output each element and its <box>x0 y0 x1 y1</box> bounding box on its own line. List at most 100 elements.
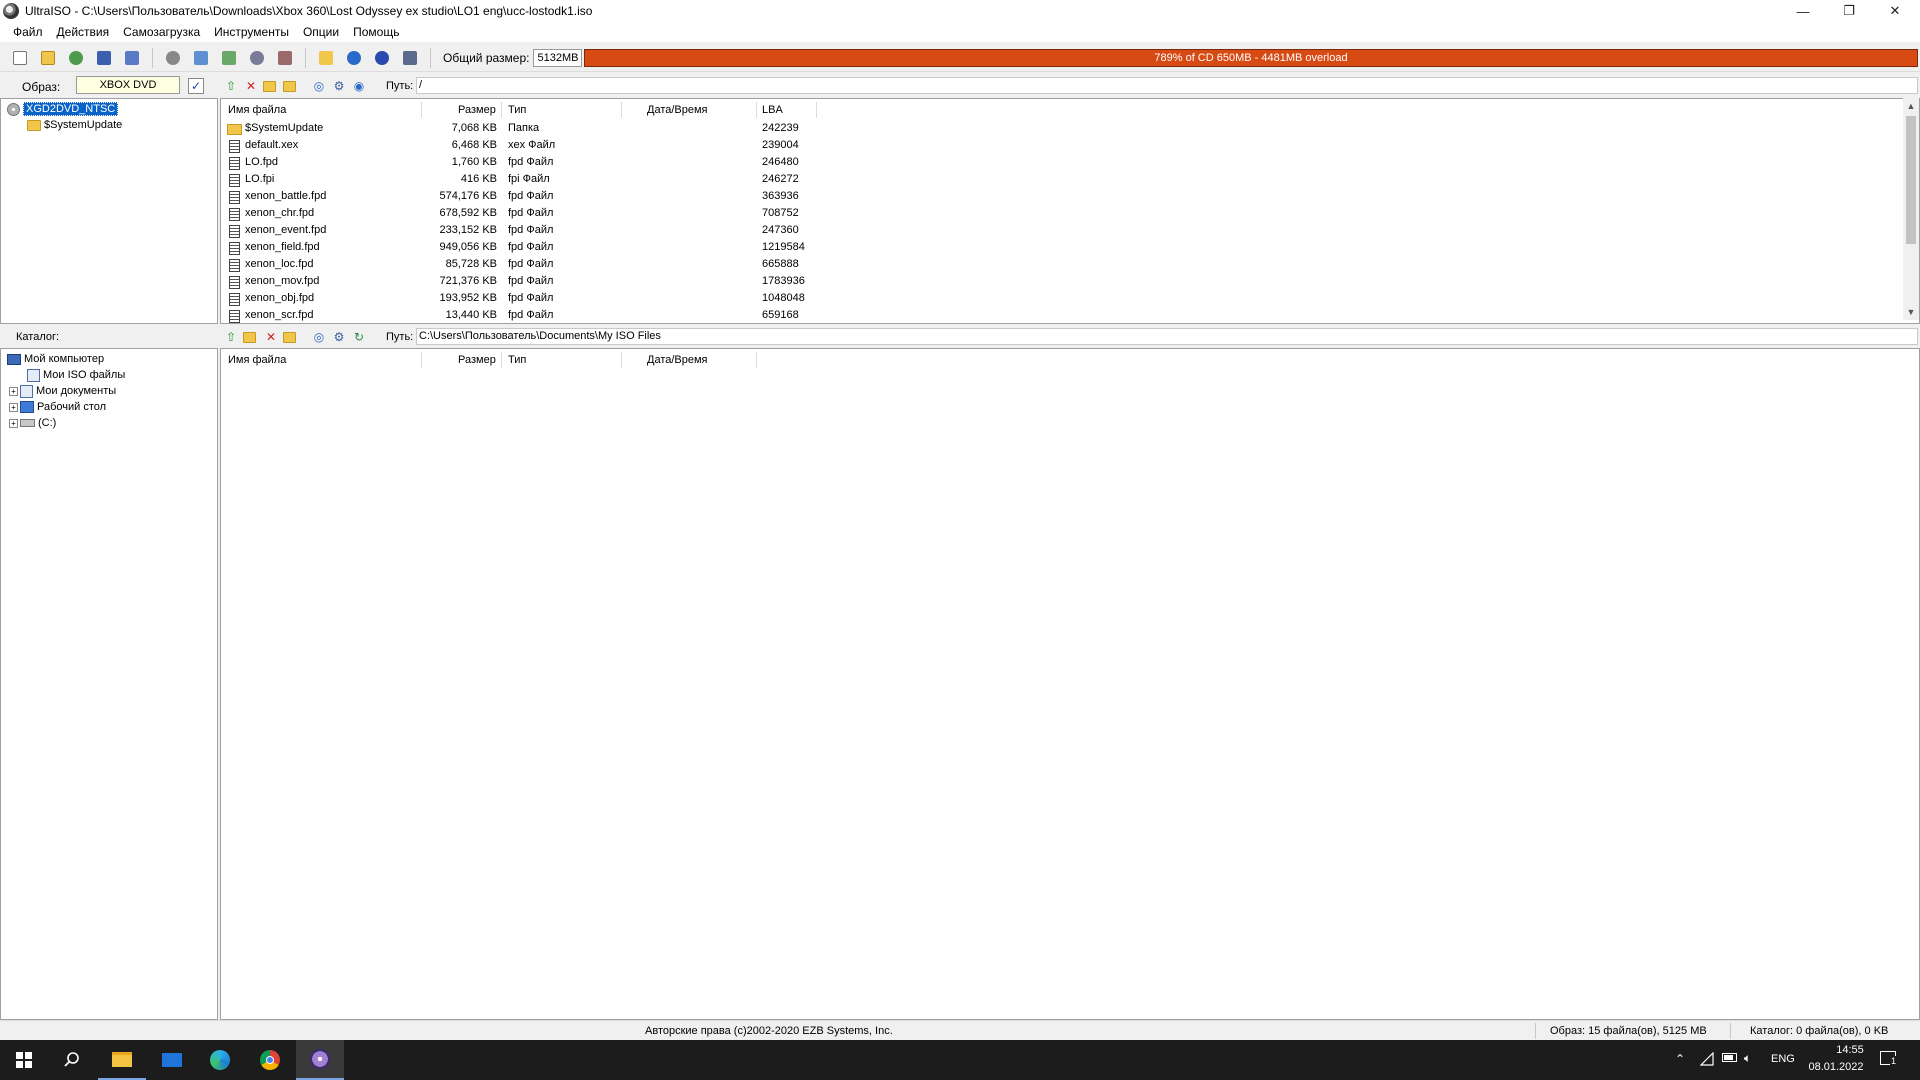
close-button[interactable]: ✕ <box>1872 0 1918 22</box>
table-row[interactable]: xenon_battle.fpd 574,176 KB fpd Файл 363936 <box>221 189 1919 206</box>
save-as-icon[interactable] <box>121 47 143 69</box>
language-indicator[interactable]: ENG <box>1771 1053 1795 1065</box>
menu-help[interactable]: Помощь <box>346 25 406 39</box>
network-icon[interactable] <box>1699 1051 1714 1069</box>
battery-icon[interactable] <box>1722 1053 1737 1062</box>
scroll-thumb[interactable] <box>1906 116 1916 244</box>
iso-path-field[interactable]: / <box>416 77 1918 94</box>
column-divider[interactable] <box>816 102 817 118</box>
search-button[interactable] <box>48 1040 96 1080</box>
table-row[interactable]: xenon_loc.fpd 85,728 KB fpd Файл 665888 <box>221 257 1919 274</box>
column-header-size[interactable]: Размер <box>458 349 496 371</box>
tree-node-my-computer[interactable]: Мой компьютер <box>7 351 104 367</box>
rename-folder-icon[interactable] <box>283 329 299 345</box>
iso-list-scrollbar[interactable]: ▲ ▼ <box>1903 98 1919 320</box>
show-hidden-icons-chevron-icon[interactable]: ⌃ <box>1675 1052 1685 1066</box>
minimize-button[interactable]: — <box>1780 0 1826 22</box>
rename-folder-icon[interactable] <box>283 78 299 94</box>
refresh-icon[interactable]: ◎ <box>311 78 327 94</box>
menu-tools[interactable]: Инструменты <box>207 25 296 39</box>
column-divider[interactable] <box>756 102 757 118</box>
open-icon[interactable] <box>37 47 59 69</box>
new-folder-icon[interactable] <box>263 78 279 94</box>
table-row[interactable]: default.xex 6,468 KB xex Файл 239004 <box>221 138 1919 155</box>
notifications-icon[interactable]: 1 <box>1880 1051 1898 1066</box>
exit-icon[interactable] <box>399 47 421 69</box>
up-folder-icon[interactable]: ⇧ <box>223 78 239 94</box>
column-divider[interactable] <box>421 352 422 368</box>
tree-node-my-iso-files[interactable]: Мои ISO файлы <box>27 367 125 383</box>
settings-gear-icon[interactable]: ⚙ <box>331 329 347 345</box>
save-icon[interactable] <box>93 47 115 69</box>
extract-icon[interactable] <box>315 47 337 69</box>
column-divider[interactable] <box>501 352 502 368</box>
column-header-lba[interactable]: LBA <box>762 99 783 121</box>
convert-icon[interactable] <box>218 47 240 69</box>
tree-node-drive-c[interactable]: + (C:) <box>9 415 56 431</box>
refresh-icon[interactable]: ◎ <box>311 329 327 345</box>
delete-icon[interactable]: ✕ <box>263 329 279 345</box>
mount-icon[interactable] <box>246 47 268 69</box>
column-divider[interactable] <box>421 102 422 118</box>
table-row[interactable]: xenon_mov.fpd 721,376 KB fpd Файл 1783936 <box>221 274 1919 291</box>
column-header-name[interactable]: Имя файла <box>228 349 286 371</box>
settings-gear-icon[interactable]: ⚙ <box>331 78 347 94</box>
check-icon[interactable]: ✓ <box>188 78 204 94</box>
reload-icon[interactable]: ↻ <box>351 329 367 345</box>
iso-tree-item[interactable]: $SystemUpdate <box>27 117 122 133</box>
menu-actions[interactable]: Действия <box>50 25 117 39</box>
expand-icon[interactable]: + <box>9 418 18 428</box>
column-header-date[interactable]: Дата/Время <box>647 99 708 121</box>
scroll-down-icon[interactable]: ▼ <box>1903 304 1919 320</box>
taskbar-ultraiso[interactable] <box>296 1040 344 1080</box>
column-header-type[interactable]: Тип <box>508 99 526 121</box>
column-header-name[interactable]: Имя файла <box>228 99 286 121</box>
clock-date[interactable]: 08.01.2022 <box>1808 1061 1864 1073</box>
column-header-size[interactable]: Размер <box>458 99 496 121</box>
menu-file[interactable]: Файл <box>6 25 50 39</box>
scroll-up-icon[interactable]: ▲ <box>1903 98 1919 114</box>
image-type-field[interactable]: XBOX DVD <box>76 76 180 94</box>
column-divider[interactable] <box>756 352 757 368</box>
properties-icon[interactable] <box>343 47 365 69</box>
tree-node-my-documents[interactable]: + Мои документы <box>9 383 116 399</box>
expand-icon[interactable]: + <box>9 386 18 396</box>
taskbar-mail[interactable] <box>148 1040 196 1080</box>
expand-icon[interactable]: + <box>9 402 18 412</box>
taskbar-chrome[interactable] <box>246 1040 294 1080</box>
view-icon[interactable]: ◉ <box>351 78 367 94</box>
table-row[interactable]: xenon_field.fpd 949,056 KB fpd Файл 1219584 <box>221 240 1919 257</box>
column-header-type[interactable]: Тип <box>508 349 526 371</box>
restore-button[interactable]: ❐ <box>1826 0 1872 22</box>
new-icon[interactable] <box>9 47 31 69</box>
up-folder-icon[interactable]: ⇧ <box>223 329 239 345</box>
column-header-date[interactable]: Дата/Время <box>647 349 708 371</box>
delete-icon[interactable]: ✕ <box>243 78 259 94</box>
table-row[interactable]: LO.fpi 416 KB fpi Файл 246272 <box>221 172 1919 189</box>
make-cd-image-icon[interactable] <box>162 47 184 69</box>
ultraiso-app-icon[interactable] <box>3 3 19 19</box>
menu-bootable[interactable]: Самозагрузка <box>116 25 207 39</box>
table-row[interactable]: LO.fpd 1,760 KB fpd Файл 246480 <box>221 155 1919 172</box>
table-row[interactable]: xenon_event.fpd 233,152 KB fpd Файл 247360 <box>221 223 1919 240</box>
start-button[interactable] <box>0 1040 48 1080</box>
table-row[interactable]: xenon_scr.fpd 13,440 KB fpd Файл 659168 <box>221 308 1919 323</box>
taskbar-file-explorer[interactable] <box>98 1040 146 1080</box>
column-divider[interactable] <box>621 102 622 118</box>
local-path-field[interactable]: C:\Users\Пользователь\Documents\My ISO F… <box>416 328 1918 345</box>
compress-icon[interactable] <box>190 47 212 69</box>
volume-icon[interactable]: 🔈︎ <box>1744 1051 1751 1066</box>
column-divider[interactable] <box>621 352 622 368</box>
new-folder-icon[interactable] <box>243 329 259 345</box>
menu-options[interactable]: Опции <box>296 25 346 39</box>
help-icon[interactable] <box>371 47 393 69</box>
open-cd-icon[interactable] <box>65 47 87 69</box>
tree-node-desktop[interactable]: + Рабочий стол <box>9 399 106 415</box>
column-divider[interactable] <box>501 102 502 118</box>
table-row[interactable]: $SystemUpdate 7,068 KB Папка 242239 <box>221 121 1919 138</box>
table-row[interactable]: xenon_obj.fpd 193,952 KB fpd Файл 1048048 <box>221 291 1919 308</box>
iso-tree-root[interactable]: XGD2DVD_NTSC <box>7 101 119 117</box>
clock-time[interactable]: 14:55 <box>1822 1044 1878 1056</box>
burn-icon[interactable] <box>274 47 296 69</box>
taskbar-edge[interactable] <box>196 1040 244 1080</box>
